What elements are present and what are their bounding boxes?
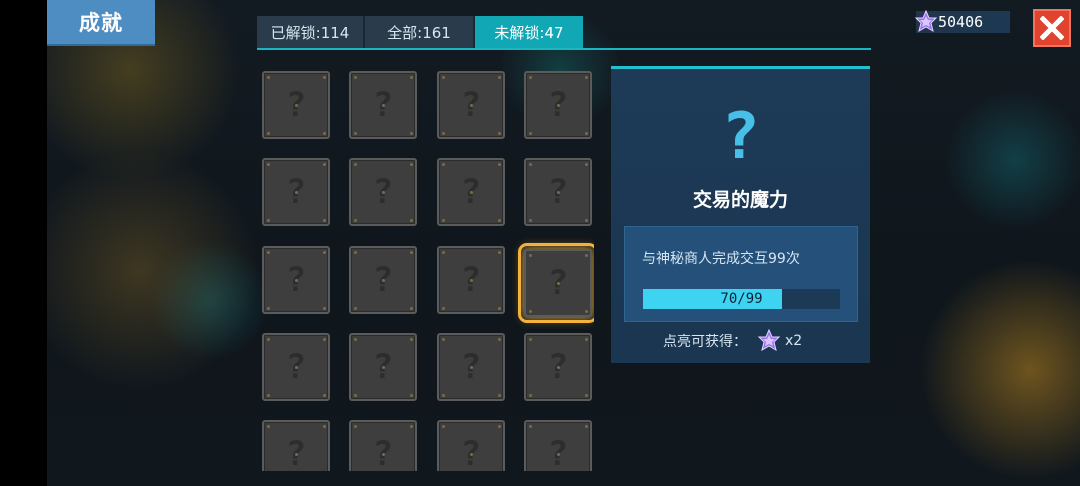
achievement-tile[interactable]: ? <box>349 158 417 226</box>
achievement-tile[interactable]: ? <box>524 158 592 226</box>
achievement-tile[interactable]: ? <box>349 420 417 471</box>
star-gem-icon <box>914 10 938 33</box>
currency-display: 50406 <box>914 10 1010 33</box>
progress-text: 70/99 <box>720 291 763 307</box>
close-button[interactable] <box>1033 9 1071 47</box>
tab-locked[interactable]: 未解锁:47 <box>475 16 583 49</box>
screen-edge <box>0 0 47 486</box>
achievement-tile[interactable]: ? <box>349 71 417 139</box>
achievement-tile[interactable]: ? <box>437 158 505 226</box>
achievement-detail-panel: ? 交易的魔力 与神秘商人完成交互99次 70/99 点亮可获得： x2 <box>611 66 870 363</box>
achievement-tile[interactable]: ? <box>437 420 505 471</box>
achievement-tile[interactable]: ? <box>524 71 592 139</box>
achievement-tile[interactable]: ? <box>262 333 330 401</box>
close-icon <box>1040 16 1064 40</box>
achievement-tile[interactable]: ? <box>349 246 417 314</box>
tab-all[interactable]: 全部:161 <box>365 16 475 49</box>
achievement-tile[interactable]: ? <box>437 333 505 401</box>
achievement-name: 交易的魔力 <box>692 189 788 211</box>
reward-multiplier: x2 <box>785 333 803 349</box>
question-mark-icon: ? <box>721 100 760 174</box>
achievement-tile[interactable]: ? <box>349 333 417 401</box>
filter-tabs: 已解锁:114 全部:161 未解锁:47 <box>257 16 583 49</box>
star-gem-icon <box>757 329 781 352</box>
reward-row: 点亮可获得： x2 <box>663 329 802 353</box>
achievement-requirement-box: 与神秘商人完成交互99次 70/99 <box>624 226 858 322</box>
achievement-tile[interactable]: ? <box>437 71 505 139</box>
achievement-tile[interactable]: ? <box>437 246 505 314</box>
currency-amount: 50406 <box>938 13 984 31</box>
achievement-tile[interactable]: ? <box>262 420 330 471</box>
achievement-tile[interactable]: ? <box>262 246 330 314</box>
tab-unlocked[interactable]: 已解锁:114 <box>257 16 365 49</box>
page-title: 成就 <box>47 0 155 46</box>
achievement-tile[interactable]: ? <box>518 243 594 323</box>
achievement-description: 与神秘商人完成交互99次 <box>642 251 800 267</box>
achievement-tile[interactable]: ? <box>262 158 330 226</box>
achievement-tile[interactable]: ? <box>524 333 592 401</box>
reward-label: 点亮可获得： <box>663 334 747 350</box>
achievement-grid: ???????????????????? <box>262 71 594 471</box>
achievement-tile[interactable]: ? <box>524 420 592 471</box>
achievement-tile[interactable]: ? <box>262 71 330 139</box>
tab-underline <box>257 48 871 50</box>
progress-bar: 70/99 <box>643 289 840 309</box>
